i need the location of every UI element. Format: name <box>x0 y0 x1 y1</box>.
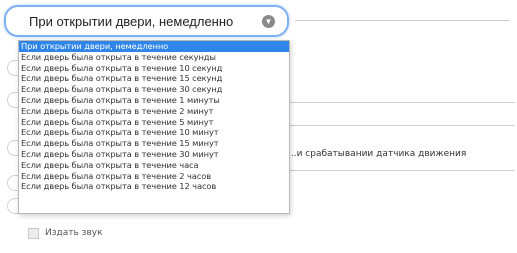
dropdown-option[interactable]: Если дверь была открыта в течение 30 мин… <box>19 149 289 160</box>
motion-sensor-text: ...и срабатывании датчика движения <box>288 149 467 159</box>
dropdown-option[interactable]: При открытии двери, немедленно <box>19 41 289 52</box>
chevron-down-icon[interactable]: ▼ <box>262 15 275 28</box>
dropdown-option[interactable]: Если дверь была открыта в течение 15 сек… <box>19 73 289 84</box>
trigger-select-value: При открытии двери, немедленно <box>29 13 234 29</box>
divider-line <box>290 125 515 126</box>
trigger-select[interactable]: При открытии двери, немедленно ▼ <box>4 5 289 37</box>
dropdown-option[interactable]: Если дверь была открыта в течение 15 мин… <box>19 138 289 149</box>
sound-checkbox-label: Издать звук <box>45 228 103 238</box>
dropdown-option[interactable]: Если дверь была открыта в течение секунд… <box>19 52 289 63</box>
dropdown-option[interactable]: Если дверь была открыта в течение 5 мину… <box>19 117 289 128</box>
divider-line <box>290 102 515 103</box>
dropdown-option[interactable]: Если дверь была открыта в течение 1 мину… <box>19 95 289 106</box>
dropdown-option[interactable]: Если дверь была открыта в течение 10 мин… <box>19 127 289 138</box>
dropdown-option[interactable]: Если дверь была открыта в течение часа <box>19 160 289 171</box>
sound-checkbox[interactable] <box>28 228 39 239</box>
dropdown-option[interactable]: Если дверь была открыта в течение 2 часо… <box>19 171 289 182</box>
dropdown-option[interactable]: Если дверь была открыта в течение 10 сек… <box>19 63 289 74</box>
dropdown-option[interactable]: Если дверь была открыта в течение 12 час… <box>19 181 289 192</box>
dropdown-option[interactable]: Если дверь была открыта в течение 30 сек… <box>19 84 289 95</box>
divider-line <box>290 170 515 171</box>
fieldset-top-border <box>295 20 510 21</box>
dropdown-option[interactable]: Если дверь была открыта в течение 2 мину… <box>19 106 289 117</box>
trigger-select-dropdown: При открытии двери, немедленно Если дверь… <box>18 40 290 214</box>
